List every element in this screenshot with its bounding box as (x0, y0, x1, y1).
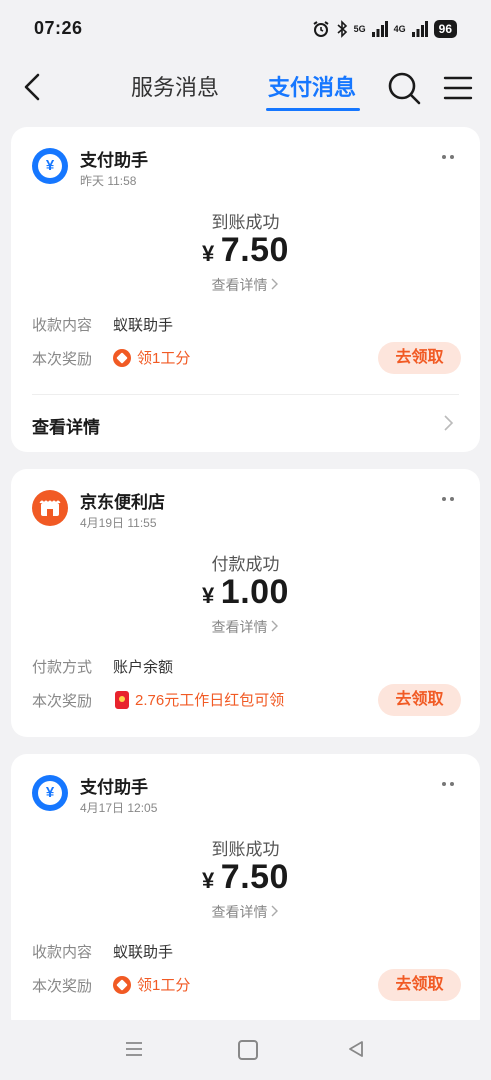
message-card-2[interactable]: 京东便利店 4月19日 11:55 付款成功 ¥1.00 查看详情 付款方式 账… (11, 469, 480, 737)
alipay-assistant-avatar: ¥ (32, 775, 68, 811)
reward-label: 本次奖励 (32, 978, 93, 995)
more-options-icon[interactable] (442, 497, 454, 501)
search-icon[interactable] (386, 70, 422, 106)
transaction-amount: ¥7.50 (11, 858, 480, 897)
view-details-link[interactable]: 查看详情 (11, 275, 480, 295)
back-triangle-icon[interactable] (347, 1040, 365, 1058)
divider (32, 394, 459, 395)
status-icons: 5G 4G 96 (312, 18, 457, 40)
red-packet-icon (115, 690, 129, 709)
view-details-label: 查看详情 (211, 277, 268, 293)
claim-reward-button[interactable]: 去领取 (378, 684, 461, 716)
transaction-amount: ¥1.00 (11, 573, 480, 612)
currency-symbol: ¥ (202, 241, 215, 266)
message-card-1[interactable]: ¥ 支付助手 昨天 11:58 到账成功 ¥7.50 查看详情 收款内容 蚁联助… (11, 127, 480, 452)
chevron-right-icon (271, 278, 278, 290)
claim-reward-button[interactable]: 去领取 (378, 342, 461, 374)
transaction-amount: ¥7.50 (11, 231, 480, 270)
transaction-status: 到账成功 (211, 840, 280, 859)
signal-icon (371, 21, 388, 37)
claim-reward-button[interactable]: 去领取 (378, 969, 461, 1001)
alipay-assistant-avatar: ¥ (32, 148, 68, 184)
view-details-link[interactable]: 查看详情 (11, 902, 480, 922)
reward-text: 领1工分 (137, 350, 191, 367)
amount-value: 7.50 (220, 231, 289, 269)
signal-icon-2 (411, 21, 428, 37)
jd-store-avatar (32, 490, 68, 526)
points-icon (113, 348, 131, 367)
yen-icon: ¥ (38, 154, 62, 178)
battery-indicator: 96 (433, 20, 457, 38)
view-details-label: 查看详情 (211, 904, 268, 920)
status-bar: 07:26 5G 4G 96 (0, 0, 491, 58)
message-date: 4月19日 11:55 (80, 516, 157, 530)
footer-view-details[interactable]: 查看详情 (32, 413, 100, 438)
menu-icon[interactable] (442, 74, 474, 102)
yen-icon: ¥ (38, 781, 62, 805)
receipt-content-value: 蚁联助手 (113, 317, 174, 334)
transaction-status: 付款成功 (211, 555, 280, 574)
view-details-label: 查看详情 (211, 619, 268, 635)
amount-value: 1.00 (220, 573, 289, 611)
sender-name: 支付助手 (80, 151, 148, 170)
store-icon (39, 500, 61, 516)
receipt-content-label: 收款内容 (32, 944, 93, 961)
currency-symbol: ¥ (202, 583, 215, 608)
chevron-right-icon (271, 620, 278, 632)
reward-info: 2.76元工作日红包可领 (113, 689, 284, 710)
home-icon[interactable] (238, 1040, 258, 1060)
tab-service-messages[interactable]: 服务消息 (131, 70, 219, 102)
transaction-status: 到账成功 (211, 213, 280, 232)
reward-info: 领1工分 (113, 347, 190, 368)
message-date: 4月17日 12:05 (80, 801, 158, 815)
reward-label: 本次奖励 (32, 693, 93, 710)
currency-symbol: ¥ (202, 868, 215, 893)
sender-name: 支付助手 (80, 778, 148, 797)
points-icon (113, 975, 131, 994)
reward-text: 2.76元工作日红包可领 (135, 692, 285, 709)
bluetooth-icon (337, 20, 347, 38)
tab-payment-messages[interactable]: 支付消息 (268, 70, 356, 102)
system-nav-bar (0, 1020, 491, 1080)
signal-label-5g: 5G (353, 23, 366, 34)
reward-label: 本次奖励 (32, 351, 93, 368)
reward-text: 领1工分 (137, 977, 191, 994)
signal-label-4g: 4G (393, 23, 406, 34)
receipt-content-value: 蚁联助手 (113, 944, 174, 961)
message-date: 昨天 11:58 (80, 174, 137, 188)
reward-info: 领1工分 (113, 974, 190, 995)
back-arrow-icon[interactable] (18, 72, 48, 102)
more-options-icon[interactable] (442, 155, 454, 159)
top-nav: 服务消息 支付消息 (0, 58, 491, 118)
payment-method-label: 付款方式 (32, 659, 93, 676)
chevron-right-icon[interactable] (442, 414, 456, 432)
chevron-right-icon (271, 905, 278, 917)
recent-apps-icon[interactable] (125, 1041, 143, 1057)
more-options-icon[interactable] (442, 782, 454, 786)
receipt-content-label: 收款内容 (32, 317, 93, 334)
amount-value: 7.50 (220, 858, 289, 896)
active-tab-indicator (266, 108, 360, 111)
view-details-link[interactable]: 查看详情 (11, 617, 480, 637)
payment-method-value: 账户余额 (113, 659, 174, 676)
sender-name: 京东便利店 (80, 493, 165, 512)
alarm-icon (313, 21, 329, 37)
message-card-3[interactable]: ¥ 支付助手 4月17日 12:05 到账成功 ¥7.50 查看详情 收款内容 … (11, 754, 480, 1034)
status-time: 07:26 (34, 18, 83, 38)
